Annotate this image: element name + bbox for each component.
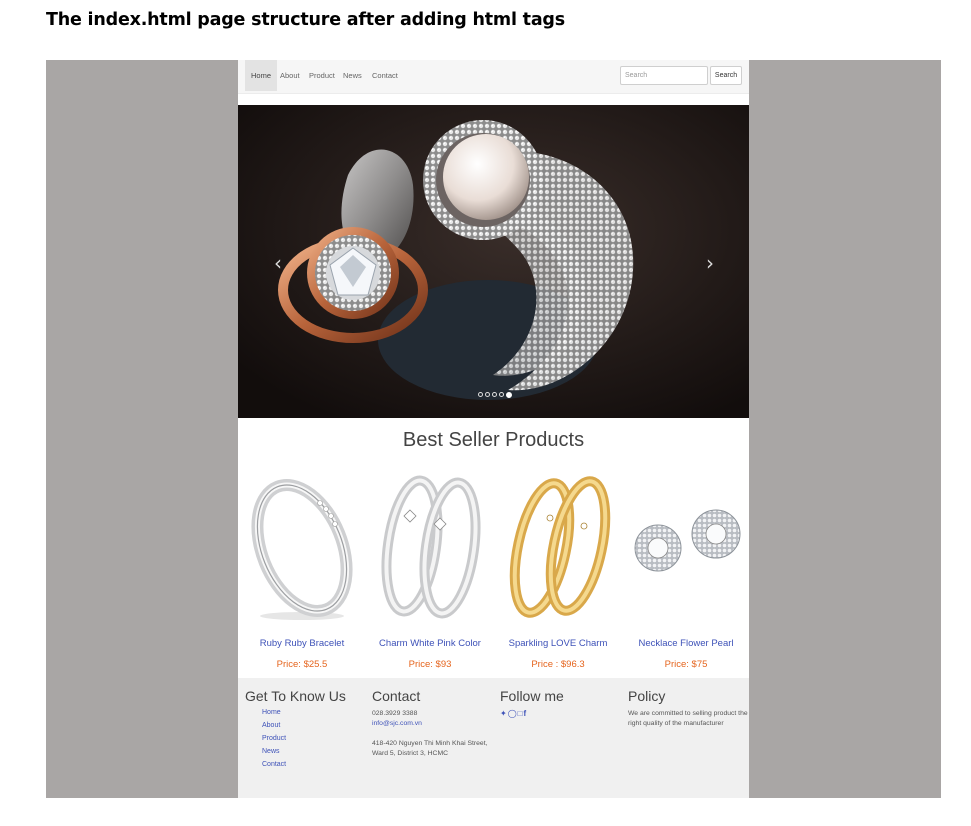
footer-link-about[interactable]: About bbox=[262, 722, 346, 729]
navbar: Home About Product News Contact Search S… bbox=[238, 60, 749, 94]
product-price: Price: $25.5 bbox=[276, 659, 328, 670]
contact-address-line1: 418-420 Nguyen Thi Minh Khai Street, bbox=[372, 740, 488, 747]
footer-title: Follow me bbox=[500, 688, 564, 704]
nav-link-news[interactable]: News bbox=[337, 60, 368, 91]
search-input[interactable]: Search bbox=[620, 66, 708, 85]
chevron-left-icon[interactable]: ‹ bbox=[268, 253, 288, 273]
nav-link-about[interactable]: About bbox=[274, 60, 306, 91]
web-page: Home About Product News Contact Search S… bbox=[238, 60, 749, 798]
product-name[interactable]: Charm White Pink Color bbox=[366, 638, 494, 649]
product-card[interactable]: Necklace Flower Pearl Price: $75 bbox=[622, 468, 749, 678]
contact-phone: 028.3929 3388 bbox=[372, 710, 418, 717]
footer-link-home[interactable]: Home bbox=[262, 709, 346, 716]
carousel-indicator[interactable] bbox=[478, 392, 483, 397]
footer-follow: Follow me ✦◯□f bbox=[500, 688, 564, 718]
pinterest-icon[interactable]: ◯ bbox=[508, 709, 518, 718]
footer-title: Policy bbox=[628, 688, 666, 704]
footer-contact: Contact 028.3929 3388 info@sjc.com.vn 41… bbox=[372, 688, 488, 759]
product-name[interactable]: Necklace Flower Pearl bbox=[622, 638, 749, 649]
product-image-earrings bbox=[634, 509, 741, 572]
product-card[interactable]: Charm White Pink Color Price: $93 bbox=[366, 468, 494, 678]
social-icons: ✦◯□f bbox=[500, 709, 564, 718]
product-name[interactable]: Sparkling LOVE Charm bbox=[494, 638, 622, 649]
search-button[interactable]: Search bbox=[710, 66, 742, 85]
footer: Get To Know Us Home About Product News C… bbox=[238, 678, 749, 798]
nav-link-product[interactable]: Product bbox=[303, 60, 341, 91]
product-name[interactable]: Ruby Ruby Bracelet bbox=[238, 638, 366, 649]
footer-title: Contact bbox=[372, 688, 421, 704]
product-price: Price : $96.3 bbox=[531, 659, 585, 670]
carousel-indicator[interactable] bbox=[499, 392, 504, 397]
policy-text-line1: We are committed to selling product the bbox=[628, 710, 748, 717]
facebook-icon[interactable]: f bbox=[524, 709, 528, 718]
section-title: Best Seller Products bbox=[402, 429, 585, 451]
nav-link-home[interactable]: Home bbox=[245, 60, 278, 91]
carousel-slide-image bbox=[238, 105, 749, 418]
footer-policy: Policy We are committed to selling produ… bbox=[628, 688, 748, 729]
product-price: Price: $75 bbox=[664, 659, 708, 670]
product-card[interactable]: Ruby Ruby Bracelet Price: $25.5 bbox=[238, 468, 366, 678]
nav-link-contact[interactable]: Contact bbox=[366, 60, 404, 91]
image-carousel: ‹ › bbox=[238, 105, 749, 418]
policy-text-line2: right quality of the manufacturer bbox=[628, 720, 724, 727]
footer-link-contact[interactable]: Contact bbox=[262, 761, 346, 768]
product-image-ring bbox=[251, 478, 353, 620]
carousel-indicator-active[interactable] bbox=[506, 391, 512, 398]
browser-viewport: Home About Product News Contact Search S… bbox=[46, 60, 941, 798]
product-card[interactable]: Sparkling LOVE Charm Price : $96.3 bbox=[494, 468, 622, 678]
footer-link-news[interactable]: News bbox=[262, 748, 346, 755]
chevron-right-icon[interactable]: › bbox=[700, 253, 720, 273]
carousel-indicator[interactable] bbox=[492, 392, 497, 397]
product-image-ring-pair bbox=[381, 475, 481, 619]
footer-link-product[interactable]: Product bbox=[262, 735, 346, 742]
carousel-indicator[interactable] bbox=[485, 392, 490, 397]
footer-title: Get To Know Us bbox=[245, 688, 346, 704]
contact-email[interactable]: info@sjc.com.vn bbox=[372, 719, 488, 729]
twitter-icon[interactable]: ✦ bbox=[500, 709, 508, 718]
footer-know-us: Get To Know Us Home About Product News C… bbox=[245, 688, 346, 774]
contact-address-line2: Ward 5, District 3, HCMC bbox=[372, 750, 449, 757]
product-price: Price: $93 bbox=[408, 659, 452, 670]
document-heading: The index.html page structure after addi… bbox=[46, 10, 565, 30]
product-image-gold-rings bbox=[509, 476, 611, 618]
